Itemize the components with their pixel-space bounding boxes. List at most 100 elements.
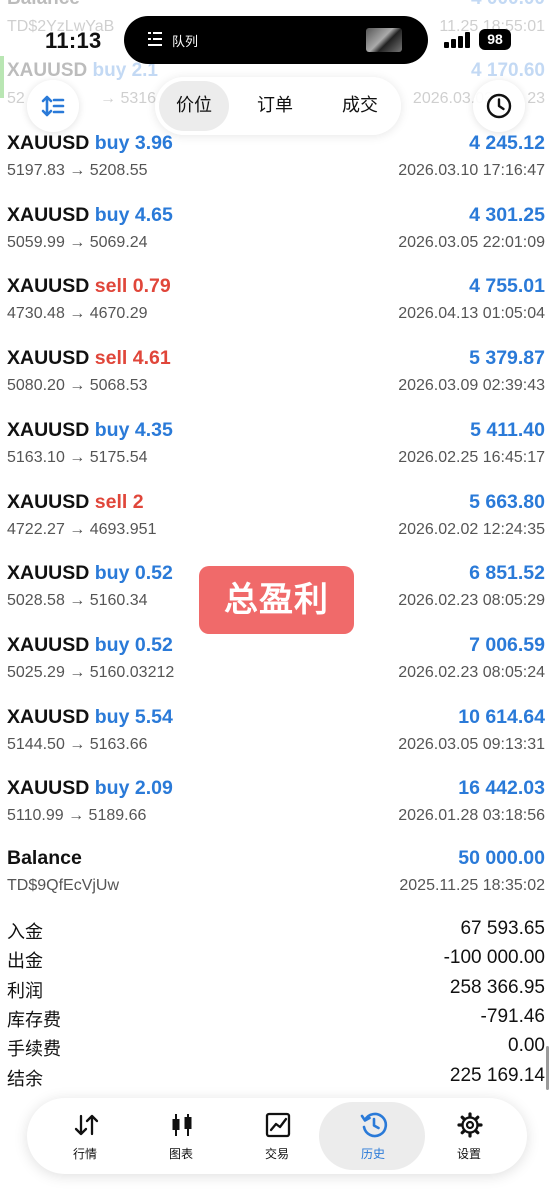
deal-close-price: 5208.55 <box>89 162 148 179</box>
deal-volume: 2 <box>132 491 144 513</box>
deal-time: 2026.03.05 22:01:09 <box>398 234 545 251</box>
tab-deals[interactable]: 成交 <box>325 81 395 131</box>
deal-title: XAUUSD sell 4.61 <box>7 347 171 370</box>
nav-label-settings: 设置 <box>456 1147 481 1161</box>
deal-open-price: 5163.10 <box>7 449 65 466</box>
scrollbar[interactable] <box>546 1046 549 1090</box>
deal-row[interactable]: XAUUSD buy 2.09 16 442.03 5110.99 → 5189.6… <box>0 777 553 849</box>
deal-time: 2026.01.28 03:18:56 <box>398 807 545 824</box>
summary-row: 结余 225 169.14 <box>0 1065 553 1094</box>
tab-orders[interactable]: 订单 <box>241 81 309 131</box>
deal-prices: 5197.83 → 5208.55 <box>7 162 148 179</box>
summary-value: -100 000.00 <box>443 947 545 968</box>
deal-volume: 4.35 <box>134 419 173 441</box>
summary-value: 67 593.65 <box>460 918 545 939</box>
deal-open-price: 5110.99 <box>7 807 64 824</box>
balance-row[interactable]: Balance 50 000.00 TD$9QfEcVjUw 2025.11.2… <box>0 847 553 919</box>
deal-row[interactable]: XAUUSD sell 4.61 5 379.87 5080.20 → 5068.5… <box>0 347 553 419</box>
deal-open-price: 5080.20 <box>7 377 65 394</box>
deal-side: buy <box>94 706 130 728</box>
summary-value: 0.00 <box>508 1035 545 1056</box>
deal-time: 2026.02.02 12:24:35 <box>398 521 545 538</box>
deal-time: 2026.03.05 09:13:31 <box>398 736 545 753</box>
deal-row[interactable]: XAUUSD buy 4.35 5 411.40 5163.10 → 5175.54… <box>0 419 553 491</box>
nav-item-quotes[interactable]: 行情 <box>35 1098 135 1174</box>
deal-prices: 5110.99 → 5189.66 <box>7 807 147 824</box>
deal-symbol: XAUUSD <box>7 132 90 154</box>
deal-side: sell <box>94 347 128 369</box>
deal-open-price: 4722.27 <box>7 521 65 538</box>
cellular-signal-icon <box>444 32 470 48</box>
deal-symbol: XAUUSD <box>7 347 90 369</box>
deal-side: sell <box>94 491 128 513</box>
deal-row[interactable]: XAUUSD buy 4.65 4 301.25 5059.99 → 5069.24… <box>0 204 553 276</box>
deal-time: 2026.02.25 16:45:17 <box>398 449 545 466</box>
nav-item-charts[interactable]: 图表 <box>131 1098 231 1174</box>
deal-symbol: XAUUSD <box>7 491 90 513</box>
summary-label: 出金 <box>7 951 43 972</box>
deal-close-price: 5160.03212 <box>89 664 175 681</box>
balance-comment: TD$9QfEcVjUw <box>7 877 120 894</box>
deal-side: buy <box>94 634 130 656</box>
balance-time: 2025.11.25 18:35:02 <box>399 877 545 894</box>
deal-volume: 0.52 <box>134 634 173 656</box>
sort-button[interactable] <box>27 80 79 132</box>
dynamic-island[interactable]: 队列 <box>124 16 428 64</box>
summary-value: -791.46 <box>480 1006 545 1027</box>
deal-time: 2026.04.13 01:05:04 <box>398 305 545 322</box>
deal-prices: 4722.27 → 4693.951 <box>7 521 157 538</box>
deal-time: 2026.02.23 08:05:24 <box>398 664 545 681</box>
ghost-deal-time-end: 23 <box>527 90 545 107</box>
ghost-deal-price: 52 <box>7 90 25 107</box>
island-label: 队列 <box>172 35 199 50</box>
deal-row[interactable]: XAUUSD buy 5.54 10 614.64 5144.50 → 5163.6… <box>0 706 553 778</box>
deal-profit: 4 301.25 <box>469 204 545 226</box>
ghost-accent-bar <box>0 56 4 98</box>
summary-label: 入金 <box>7 922 43 943</box>
deal-title: XAUUSD buy 0.52 <box>7 562 173 585</box>
deal-volume: 5.54 <box>134 706 173 728</box>
ghost-deal-profit: 4 170.60 <box>471 60 545 81</box>
history-clock-icon <box>360 1112 388 1138</box>
deal-side: buy <box>94 777 130 799</box>
nav-item-history[interactable]: 历史 <box>319 1098 425 1174</box>
nav-label-quotes: 行情 <box>72 1147 97 1161</box>
deal-open-price: 5144.50 <box>7 736 65 753</box>
deal-close-price: 5163.66 <box>89 736 148 753</box>
clock-icon <box>486 93 512 119</box>
summary-row: 手续费 0.00 <box>0 1035 553 1064</box>
sort-icon <box>41 95 65 117</box>
deal-prices: 5028.58 → 5160.34 <box>7 592 148 609</box>
deal-title: XAUUSD buy 2.09 <box>7 777 173 800</box>
deal-open-price: 5059.99 <box>7 234 65 251</box>
deal-time: 2026.03.10 17:16:47 <box>398 162 545 179</box>
tab-positions[interactable]: 价位 <box>159 81 229 131</box>
deal-open-price: 4730.48 <box>7 305 65 322</box>
ghost-deal-title: XAUUSD buy 2.1 <box>7 60 158 81</box>
nav-item-settings[interactable]: 设置 <box>419 1098 519 1174</box>
nav-item-trade[interactable]: 交易 <box>227 1098 327 1174</box>
deal-prices: 5144.50 → 5163.66 <box>7 736 148 753</box>
deal-volume: 0.79 <box>132 275 171 297</box>
deal-profit: 5 379.87 <box>469 347 545 369</box>
deal-side: buy <box>94 419 130 441</box>
deal-symbol: XAUUSD <box>7 634 90 656</box>
deal-volume: 0.52 <box>134 562 173 584</box>
total-profit-badge: 总盈利 <box>199 566 354 634</box>
deal-prices: 5025.29 → 5160.03212 <box>7 664 175 681</box>
deal-row[interactable]: XAUUSD sell 0.79 4 755.01 4730.48 → 4670.2… <box>0 275 553 347</box>
deal-volume: 4.61 <box>132 347 171 369</box>
deal-row[interactable]: XAUUSD buy 0.52 7 006.59 5025.29 → 5160.03… <box>0 634 553 706</box>
deal-title: XAUUSD buy 4.35 <box>7 419 173 442</box>
summary-label: 利润 <box>7 981 43 1002</box>
deal-side: buy <box>94 204 130 226</box>
deal-prices: 5080.20 → 5068.53 <box>7 377 148 394</box>
period-button[interactable] <box>473 80 525 132</box>
deal-row[interactable]: XAUUSD sell 2 5 663.80 4722.27 → 4693.951 2… <box>0 491 553 563</box>
deal-prices: 4730.48 → 4670.29 <box>7 305 148 322</box>
deal-profit: 7 006.59 <box>469 634 545 656</box>
deal-row[interactable]: XAUUSD buy 3.96 4 245.12 5197.83 → 5208.55… <box>0 132 553 204</box>
ghost-balance-label: Balance <box>7 0 80 10</box>
deal-prices: 5059.99 → 5069.24 <box>7 234 148 251</box>
deal-profit: 5 663.80 <box>469 491 545 513</box>
